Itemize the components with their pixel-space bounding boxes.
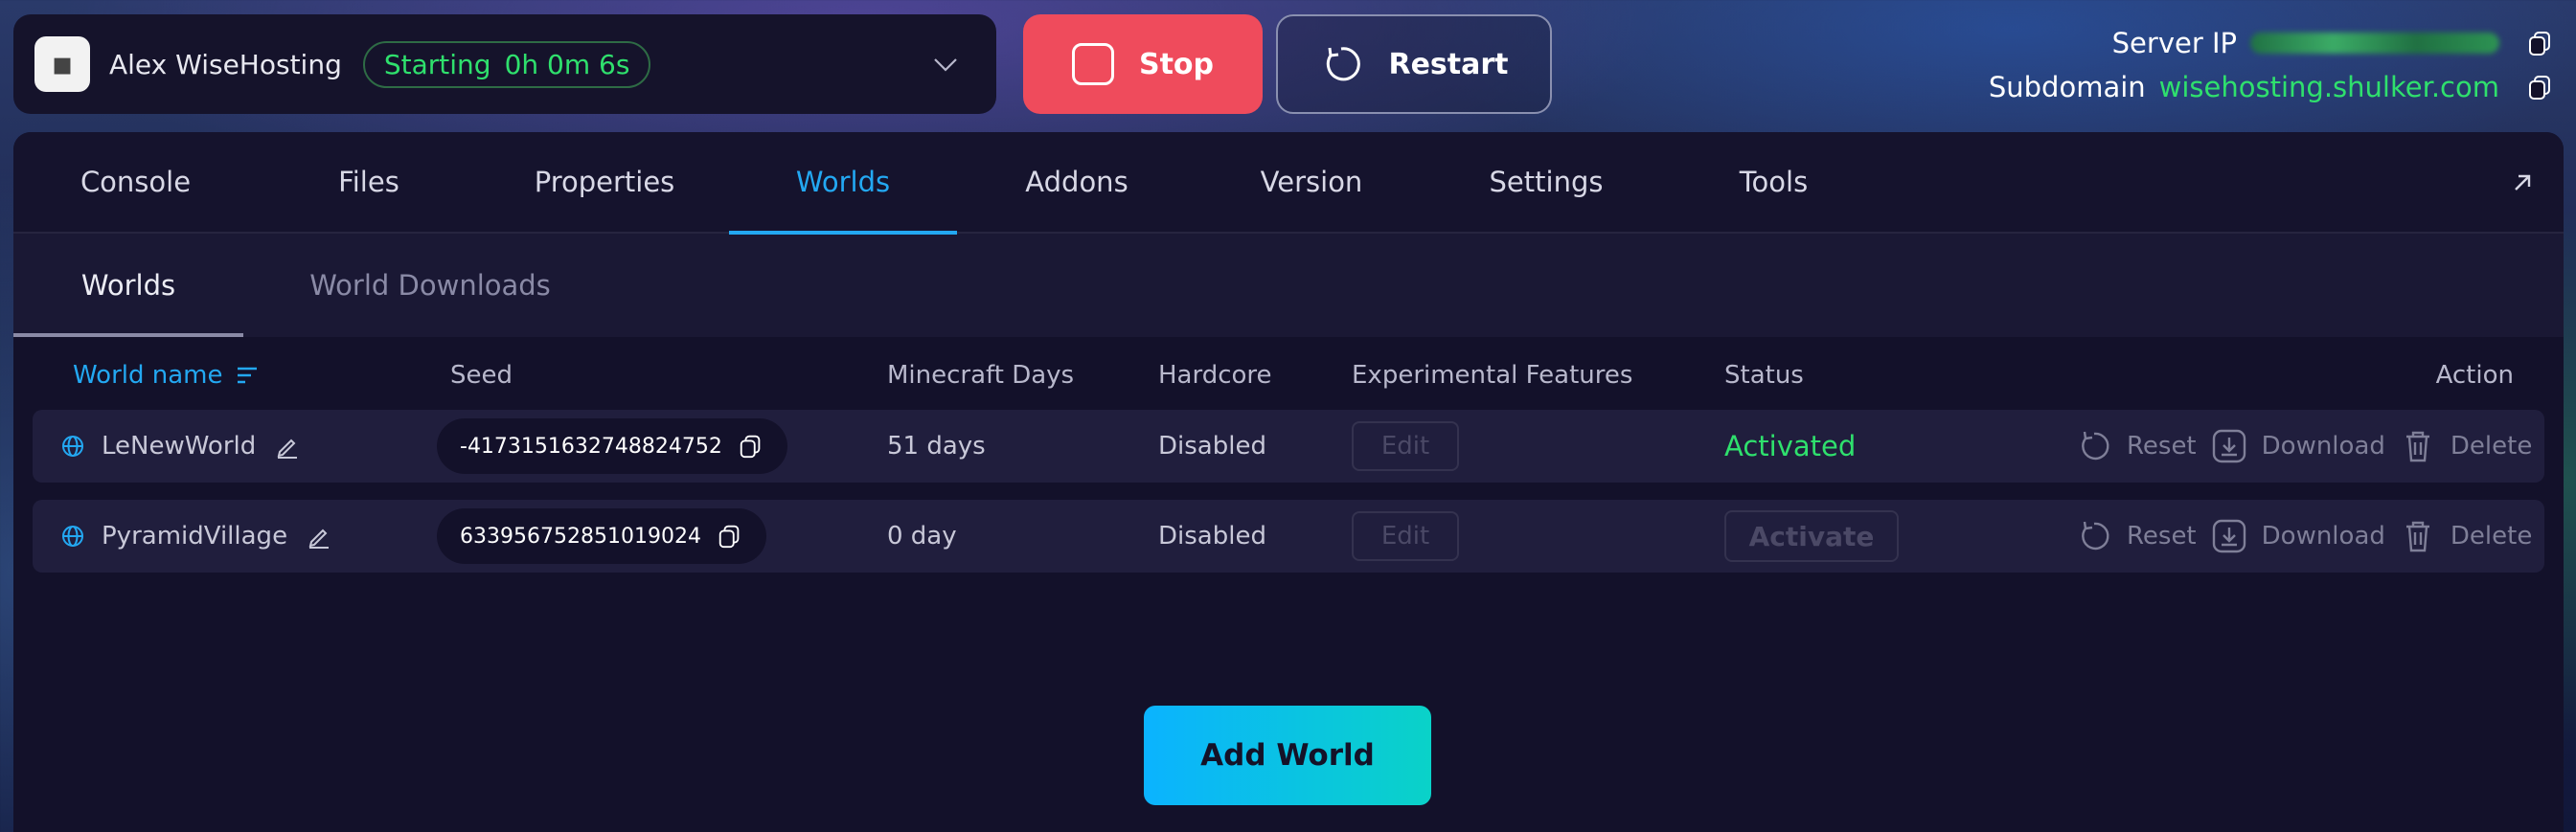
tab-addons[interactable]: Addons — [957, 132, 1197, 233]
table-row: PyramidVillage 633956752851019024 0 day … — [33, 500, 2544, 573]
edit-experimental-button[interactable]: Edit — [1352, 421, 1459, 471]
reset-button[interactable]: Reset — [2075, 427, 2197, 465]
external-link-icon[interactable] — [2508, 169, 2537, 197]
download-icon — [2212, 519, 2245, 553]
copy-subdomain-icon[interactable] — [2526, 73, 2555, 101]
copy-seed-icon[interactable] — [717, 523, 743, 550]
tab-properties[interactable]: Properties — [480, 132, 729, 233]
status-label: Starting — [383, 48, 491, 80]
seed-pill[interactable]: 633956752851019024 — [437, 508, 766, 564]
globe-icon — [62, 526, 83, 547]
status-badge: Starting 0h 0m 6s — [362, 40, 651, 88]
subdomain-label: Subdomain — [1988, 71, 2146, 103]
table-row: LeNewWorld -4173151632748824752 51 days … — [33, 410, 2544, 483]
trash-icon — [2405, 431, 2429, 462]
download-icon — [2212, 429, 2245, 463]
subdomain-value: wisehosting.shulker.com — [2158, 71, 2499, 103]
tab-files[interactable]: Files — [258, 132, 480, 233]
reset-button[interactable]: Reset — [2075, 517, 2197, 555]
reset-icon — [2082, 521, 2109, 551]
seed-value: 633956752851019024 — [460, 524, 701, 549]
column-world-name-label: World name — [73, 361, 223, 390]
seed-cell: 633956752851019024 — [437, 500, 766, 573]
tab-settings[interactable]: Settings — [1426, 132, 1666, 233]
seed-pill[interactable]: -4173151632748824752 — [437, 418, 787, 474]
download-button[interactable]: Download — [2210, 427, 2385, 465]
experimental-cell: Edit — [1352, 500, 1459, 573]
copy-ip-icon[interactable] — [2526, 29, 2555, 57]
download-button[interactable]: Download — [2210, 517, 2385, 555]
trash-icon — [2405, 521, 2429, 552]
stop-button[interactable]: Stop — [1023, 14, 1263, 114]
download-label: Download — [2261, 522, 2385, 551]
world-name-cell: PyramidVillage — [61, 500, 331, 573]
column-world-name[interactable]: World name — [73, 361, 258, 390]
status-cell: Activated — [1724, 410, 1856, 483]
reset-label: Reset — [2127, 522, 2197, 551]
column-seed: Seed — [450, 361, 513, 390]
status-activated: Activated — [1724, 430, 1857, 462]
copy-seed-icon[interactable] — [738, 433, 764, 460]
server-info: Server IP Subdomain wisehosting.shulker.… — [1989, 21, 2555, 109]
delete-label: Delete — [2450, 522, 2533, 551]
action-cell: Reset Download Delete — [2075, 500, 2532, 573]
server-avatar-icon: ▪ — [34, 36, 90, 92]
column-hardcore: Hardcore — [1158, 361, 1272, 390]
globe-icon — [62, 436, 83, 457]
experimental-cell: Edit — [1352, 410, 1459, 483]
stop-label: Stop — [1138, 47, 1215, 81]
tab-tools[interactable]: Tools — [1666, 132, 1881, 233]
column-status: Status — [1724, 361, 1804, 390]
hardcore-cell: Disabled — [1158, 522, 1266, 551]
status-uptime: 0h 0m 6s — [504, 48, 630, 80]
add-world-button[interactable]: Add World — [1144, 706, 1431, 805]
hardcore-cell: Disabled — [1158, 432, 1266, 461]
subtab-bar: Worlds World Downloads — [13, 234, 2564, 337]
restart-button[interactable]: Restart — [1276, 14, 1552, 114]
days-cell: 51 days — [887, 432, 986, 461]
tab-bar: Console Files Properties Worlds Addons V… — [13, 132, 2564, 235]
server-name: Alex WiseHosting — [109, 48, 342, 80]
days-cell: 0 day — [887, 522, 957, 551]
tab-version[interactable]: Version — [1197, 132, 1426, 233]
edit-name-icon[interactable] — [275, 434, 300, 459]
download-label: Download — [2261, 432, 2385, 461]
world-name: PyramidVillage — [102, 522, 288, 551]
edit-name-icon[interactable] — [307, 524, 331, 549]
sort-icon — [237, 367, 257, 384]
status-cell: Activate — [1724, 500, 1899, 573]
subtab-worlds[interactable]: Worlds — [13, 234, 243, 337]
action-cell: Reset Download Delete — [2075, 410, 2532, 483]
server-selector[interactable]: ▪ Alex WiseHosting Starting 0h 0m 6s — [13, 14, 996, 114]
reset-label: Reset — [2127, 432, 2197, 461]
server-ip-value-blurred — [2250, 33, 2499, 54]
column-action: Action — [2435, 361, 2514, 390]
activate-button[interactable]: Activate — [1724, 510, 1899, 562]
tab-console[interactable]: Console — [13, 132, 258, 233]
chevron-down-icon[interactable] — [931, 50, 960, 79]
stop-icon — [1071, 43, 1114, 85]
tab-worlds[interactable]: Worlds — [729, 132, 957, 235]
delete-label: Delete — [2450, 432, 2533, 461]
restart-icon — [1327, 47, 1361, 81]
restart-label: Restart — [1388, 47, 1509, 81]
world-name: LeNewWorld — [102, 432, 257, 461]
seed-value: -4173151632748824752 — [460, 434, 722, 459]
edit-experimental-button[interactable]: Edit — [1352, 511, 1459, 561]
column-days: Minecraft Days — [887, 361, 1075, 390]
worlds-table: World name Seed Minecraft Days Hardcore … — [13, 337, 2564, 573]
server-ip-label: Server IP — [2111, 27, 2237, 59]
world-name-cell: LeNewWorld — [61, 410, 300, 483]
table-header: World name Seed Minecraft Days Hardcore … — [33, 337, 2544, 410]
column-experimental: Experimental Features — [1352, 361, 1633, 390]
main-panel: Console Files Properties Worlds Addons V… — [13, 132, 2564, 832]
delete-button[interactable]: Delete — [2399, 427, 2532, 465]
delete-button[interactable]: Delete — [2399, 517, 2532, 555]
subtab-world-downloads[interactable]: World Downloads — [243, 234, 617, 337]
reset-icon — [2082, 431, 2109, 461]
seed-cell: -4173151632748824752 — [437, 410, 787, 483]
